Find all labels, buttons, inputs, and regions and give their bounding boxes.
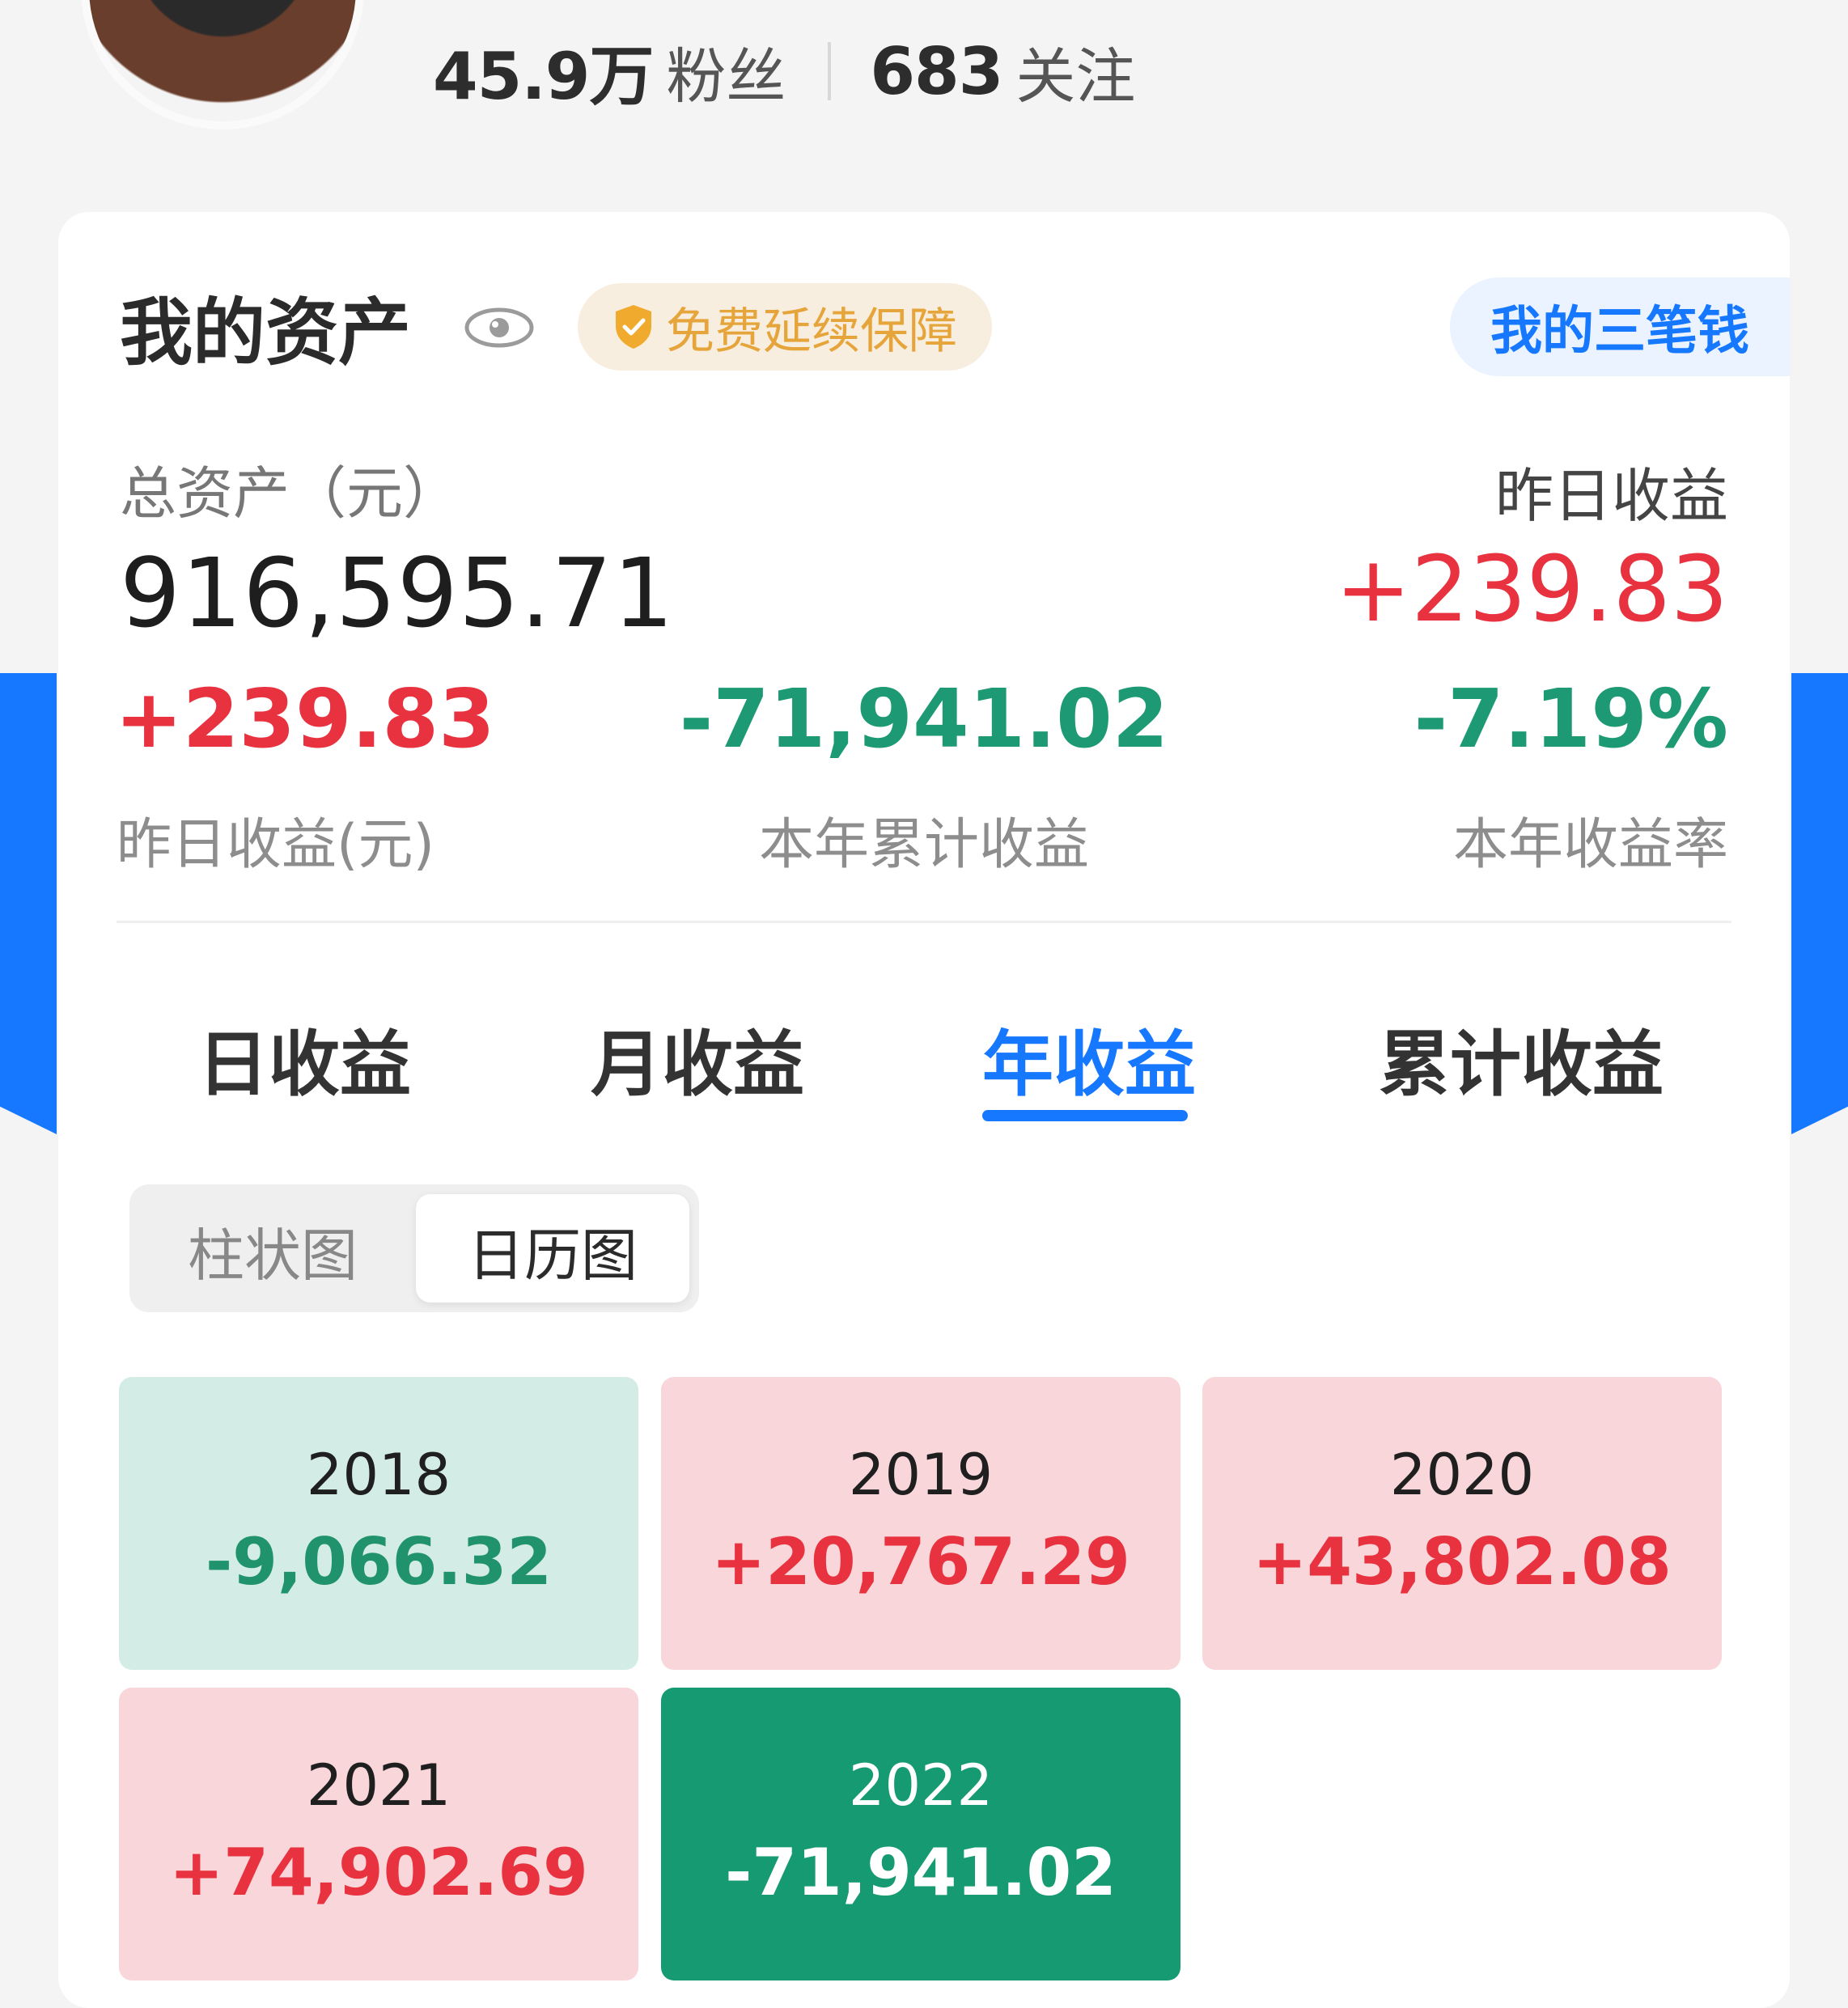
followers-count: 45.9万 <box>433 39 654 114</box>
yesterday-earnings-value: +239.83 <box>1335 537 1728 642</box>
following-count: 683 <box>870 33 1003 109</box>
metric-ytd-rate-value: -7.19% <box>1414 671 1728 766</box>
year-label: 2019 <box>848 1442 994 1508</box>
year-cell[interactable]: 2021 +74,902.69 <box>119 1688 638 1980</box>
year-label: 2021 <box>306 1752 451 1819</box>
tab-cumulative[interactable]: 累计收益 <box>1379 1007 1664 1110</box>
active-tab-indicator <box>982 1110 1188 1121</box>
year-cell[interactable]: 2018 -9,066.32 <box>119 1377 638 1670</box>
section-divider <box>117 921 1731 923</box>
tab-monthly[interactable]: 月收益 <box>591 1007 804 1110</box>
yesterday-earnings-label: 昨日收益 <box>1494 462 1728 530</box>
year-cell[interactable]: 2020 +43,802.08 <box>1202 1377 1722 1670</box>
year-pnl: +20,767.29 <box>711 1524 1130 1599</box>
toggle-bar-chart[interactable]: 柱状图 <box>188 1210 358 1292</box>
shield-check-icon <box>616 305 651 349</box>
year-pnl: +43,802.08 <box>1252 1524 1672 1599</box>
year-pnl: +74,902.69 <box>169 1835 588 1910</box>
earnings-tabs: 日收益 月收益 年收益 累计收益 <box>117 1007 1731 1137</box>
badge-label: 免费延续保障 <box>666 303 957 360</box>
following-label[interactable]: 关注 <box>1015 28 1135 115</box>
total-assets-value: 916,595.71 <box>120 537 675 649</box>
year-label: 2020 <box>1389 1442 1535 1508</box>
tab-yearly[interactable]: 年收益 <box>982 1007 1196 1110</box>
protection-badge[interactable]: 免费延续保障 <box>578 283 992 371</box>
year-pnl: -71,941.02 <box>725 1835 1117 1910</box>
year-pnl: -9,066.32 <box>206 1524 552 1599</box>
year-cell[interactable]: 2019 +20,767.29 <box>661 1377 1180 1670</box>
profile-stats: 45.9万 粉丝 683 关注 <box>433 28 1135 115</box>
stats-divider <box>828 42 832 100</box>
followers-label[interactable]: 粉丝 <box>666 28 786 115</box>
toggle-calendar-chart[interactable]: 日历图 <box>416 1210 689 1292</box>
year-label: 2022 <box>848 1752 994 1819</box>
three-money-button[interactable]: 我的三笔钱 <box>1450 277 1790 376</box>
year-cell-selected[interactable]: 2022 -71,941.02 <box>661 1688 1180 1980</box>
metric-ytd-rate-label: 本年收益率 <box>1452 813 1728 877</box>
total-assets-label: 总资产（元） <box>120 460 460 527</box>
avatar[interactable] <box>81 0 364 129</box>
assets-title: 我的资产 <box>120 290 411 375</box>
eye-icon[interactable] <box>463 299 536 356</box>
year-label: 2018 <box>306 1442 451 1508</box>
tab-daily[interactable]: 日收益 <box>197 1007 411 1110</box>
